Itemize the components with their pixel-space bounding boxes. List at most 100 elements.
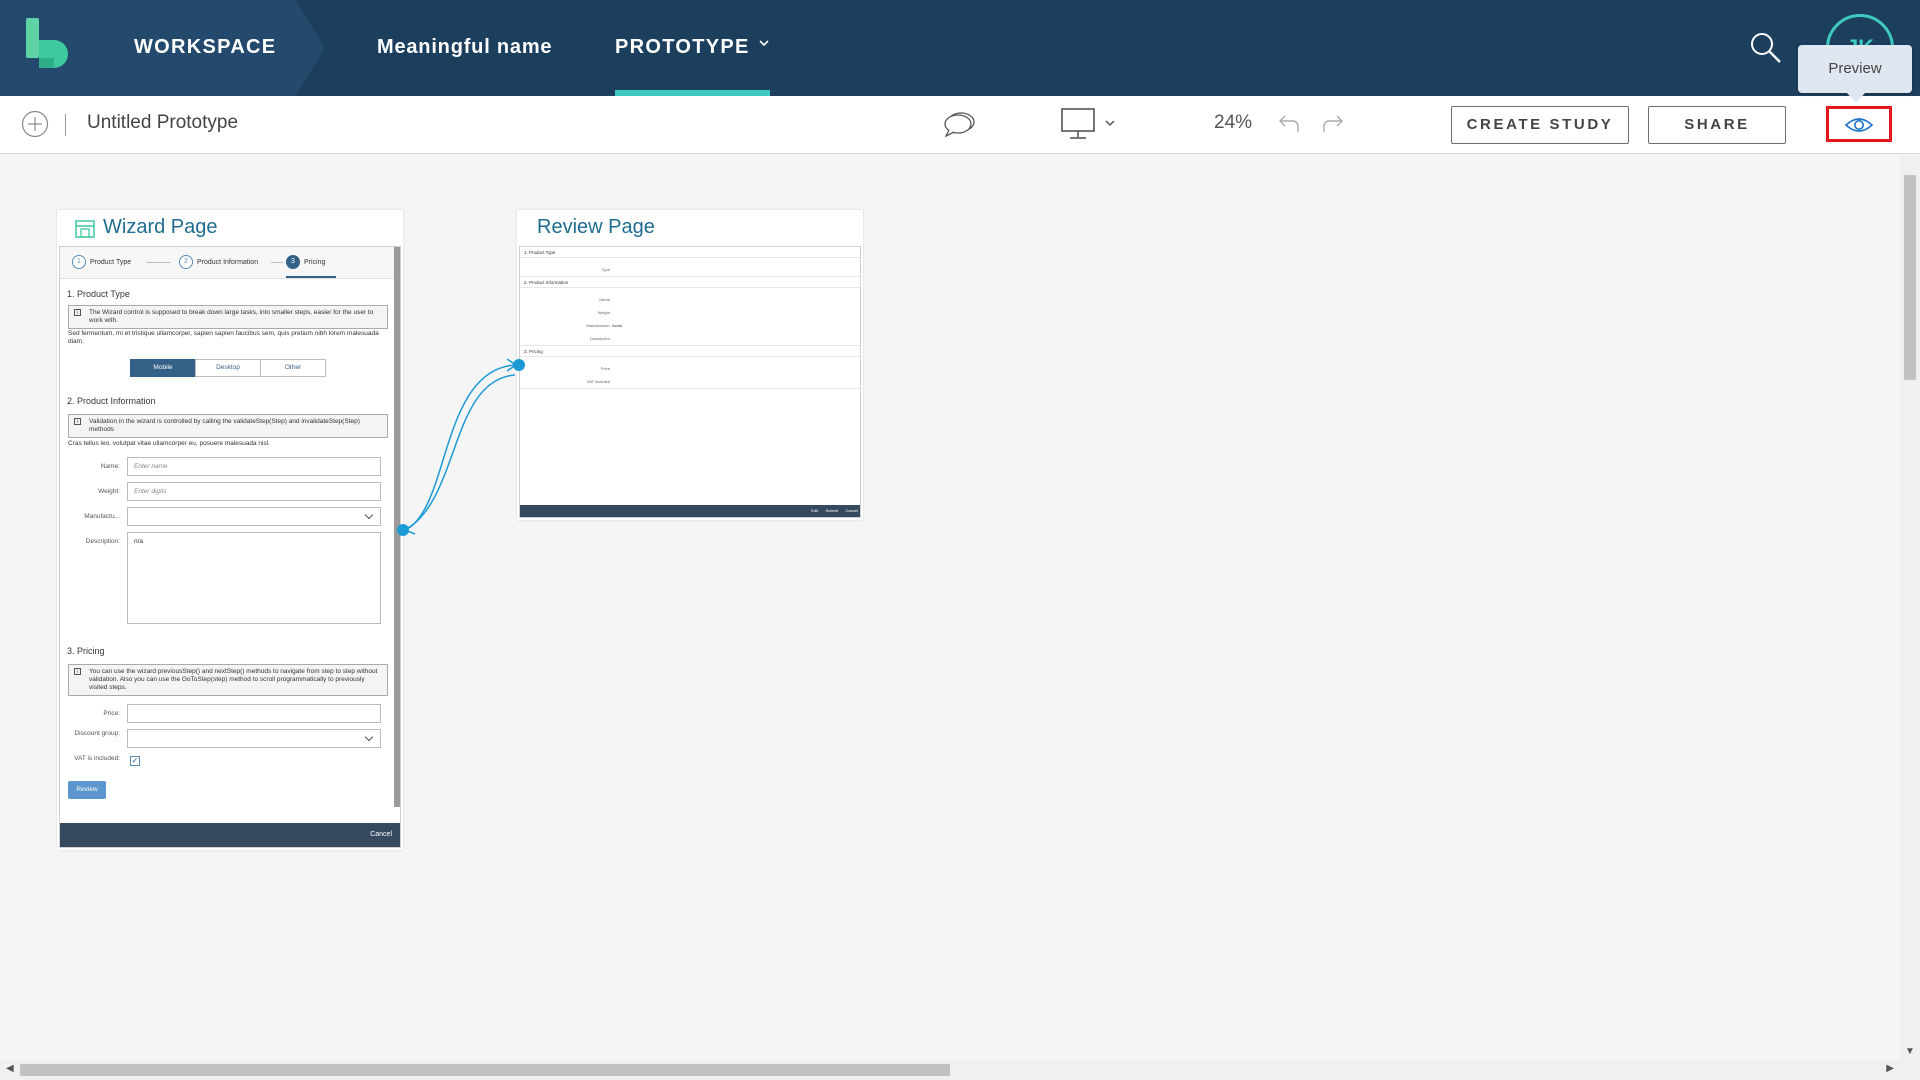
step-number: 3 <box>286 255 300 269</box>
section-title: 2. Product Information <box>524 280 569 285</box>
field-label: VAT is included: <box>74 755 120 762</box>
nav-prototype[interactable]: PROTOTYPE <box>615 0 750 96</box>
zoom-level[interactable]: 24% <box>1214 112 1252 134</box>
search-icon[interactable] <box>1748 30 1784 66</box>
review-button: Review <box>68 781 106 799</box>
scroll-down-icon[interactable]: ▼ <box>1905 1046 1915 1057</box>
section-title: 3. Pricing <box>67 646 105 656</box>
comment-icon[interactable] <box>943 109 977 139</box>
field-label: Description <box>589 336 610 341</box>
footer-button-label: Cancel <box>845 508 858 513</box>
divider <box>520 388 860 389</box>
segment-desktop: Desktop <box>195 359 261 377</box>
horizontal-scroll-thumb[interactable] <box>20 1064 950 1076</box>
active-step-indicator <box>286 276 336 278</box>
connector-handle <box>397 524 409 536</box>
wizard-step-bar: 1 Product Type 2 Product Information 3 P… <box>60 247 400 279</box>
field-label: Weight <box>597 310 610 315</box>
scroll-left-icon[interactable]: ◀ <box>6 1063 14 1074</box>
navigation-connector[interactable] <box>395 350 530 540</box>
field-label: Type <box>601 267 610 272</box>
connector-line-back <box>404 374 516 531</box>
wizard-step-active: 3 Pricing <box>286 255 325 269</box>
info-strip: i The Wizard control is supposed to brea… <box>68 305 388 329</box>
wizard-page-title[interactable]: Wizard Page <box>103 216 218 239</box>
chevron-down-icon[interactable] <box>758 37 770 49</box>
review-page-thumbnail[interactable]: 1. Product Type Type 2. Product Informat… <box>519 246 861 518</box>
info-icon: i <box>74 309 81 316</box>
field-label: Name: <box>100 463 120 470</box>
step-number: 2 <box>179 255 193 269</box>
field-label: Weight: <box>98 488 120 495</box>
footer-button-label: Submit <box>825 508 838 513</box>
connector-line-forward <box>404 364 516 531</box>
app-logo-icon[interactable] <box>26 18 68 76</box>
field-label: Name <box>599 297 610 302</box>
manufacturer-select <box>127 507 381 526</box>
info-strip: i Validation in the wizard is controlled… <box>68 414 388 438</box>
prototype-toolbar: Untitled Prototype 24% CREATE STUDY SHAR… <box>0 96 1920 154</box>
field-label: Price <box>600 366 610 371</box>
section-title: 2. Product Information <box>67 396 156 406</box>
info-text: Validation in the wizard is controlled b… <box>89 418 360 433</box>
divider <box>520 287 860 288</box>
weight-input: Enter digits <box>127 482 381 501</box>
scroll-right-icon[interactable]: ▶ <box>1886 1063 1894 1074</box>
preview-tooltip: Preview <box>1798 45 1912 103</box>
field-label: Description: <box>85 538 120 545</box>
segment-mobile: Mobile <box>130 359 196 377</box>
review-card-header: Review Page <box>517 210 863 246</box>
scrollbar-corner <box>1900 1060 1920 1080</box>
nav-project-name[interactable]: Meaningful name <box>377 0 552 96</box>
field-value: Acme <box>612 323 623 328</box>
preview-button[interactable] <box>1826 106 1892 142</box>
info-icon: i <box>74 418 81 425</box>
vertical-scrollbar[interactable]: ▼ <box>1900 155 1920 1060</box>
section-title: 1. Product Type <box>67 289 130 299</box>
segment-other: Other <box>260 359 326 377</box>
field-label: Manufacturer <box>586 323 610 328</box>
share-button[interactable]: SHARE <box>1648 106 1786 144</box>
step-label: Product Information <box>197 258 259 266</box>
redo-icon[interactable] <box>1320 110 1346 136</box>
footer-button-label: Edit <box>811 508 818 513</box>
add-page-icon[interactable] <box>21 110 49 138</box>
undo-icon[interactable] <box>1276 110 1302 136</box>
divider <box>520 276 860 277</box>
price-input <box>127 704 381 723</box>
nav-workspace[interactable]: WORKSPACE <box>134 0 276 96</box>
toolbar-divider <box>65 114 66 136</box>
discount-select <box>127 729 381 748</box>
divider <box>520 345 860 346</box>
wizard-card-header: Wizard Page <box>57 210 403 246</box>
eye-icon <box>1844 118 1874 132</box>
divider <box>520 356 860 357</box>
top-navigation-bar: WORKSPACE Meaningful name PROTOTYPE JK <box>0 0 1920 96</box>
name-input: Enter name <box>127 457 381 476</box>
info-strip: i You can use the wizard previousStep() … <box>68 664 388 696</box>
step-number: 1 <box>72 255 86 269</box>
horizontal-scrollbar[interactable]: ◀ ▶ <box>0 1060 1900 1080</box>
wizard-page-card[interactable]: Wizard Page 1 Product Type 2 Product Inf… <box>57 210 403 850</box>
wizard-page-thumbnail[interactable]: 1 Product Type 2 Product Information 3 P… <box>59 246 401 848</box>
review-page-card[interactable]: Review Page 1. Product Type Type 2. Prod… <box>517 210 863 520</box>
cancel-label: Cancel <box>370 831 392 838</box>
step-label: Product Type <box>90 258 132 266</box>
info-text: You can use the wizard previousStep() an… <box>89 668 378 691</box>
prototype-title[interactable]: Untitled Prototype <box>87 112 238 134</box>
wizard-footer: Cancel <box>60 823 400 847</box>
vat-checkbox: ✓ <box>130 756 140 766</box>
body-text: Cras tellus leo, volutpat vitae ullamcor… <box>68 440 270 447</box>
connector-handle <box>513 359 525 371</box>
wizard-step: 1 Product Type <box>72 255 131 269</box>
description-textarea: n/a <box>127 532 381 624</box>
vertical-scroll-thumb[interactable] <box>1904 175 1916 380</box>
review-footer: Edit Submit Cancel <box>520 505 860 517</box>
field-label: Discount group: <box>74 730 120 737</box>
wizard-step: 2 Product Information <box>179 255 258 269</box>
device-desktop-icon[interactable] <box>1060 107 1122 141</box>
review-page-title[interactable]: Review Page <box>537 216 655 239</box>
step-connector <box>146 262 170 263</box>
section-title: 1. Product Type <box>524 250 556 255</box>
create-study-button[interactable]: CREATE STUDY <box>1451 106 1629 144</box>
